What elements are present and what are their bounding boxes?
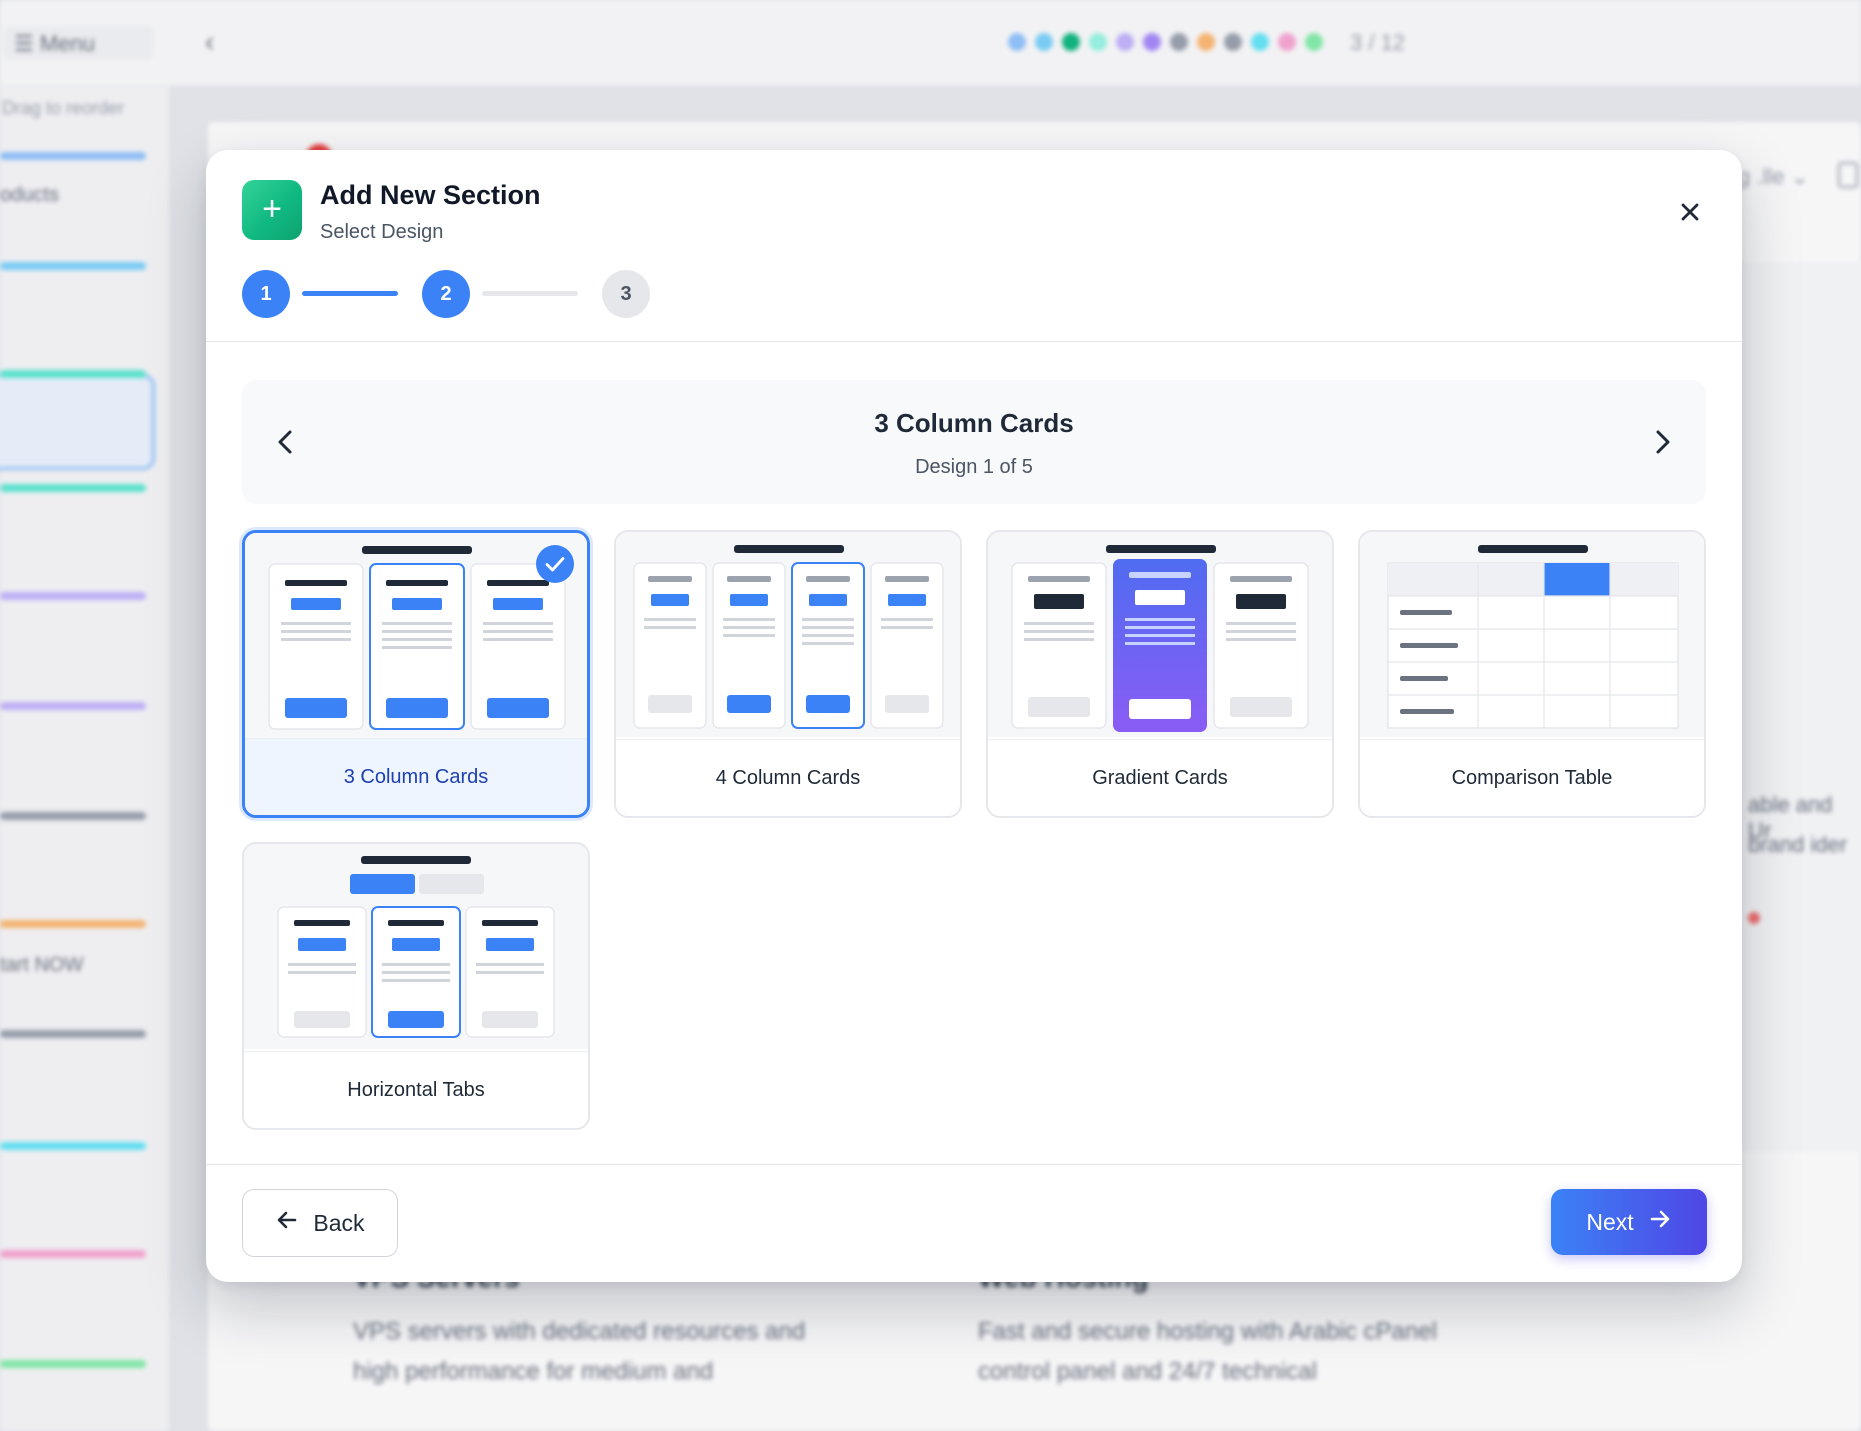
modal-footer: Back Next — [206, 1164, 1742, 1282]
design-option-comparison-table[interactable]: Comparison Table — [1358, 530, 1706, 818]
design-preview — [616, 532, 960, 737]
design-option-label: 4 Column Cards — [616, 739, 960, 816]
modal-header: + Add New Section Select Design 1 2 3 — [206, 150, 1742, 342]
chevron-right-icon[interactable] — [1642, 422, 1682, 462]
arrow-left-icon — [275, 1208, 299, 1238]
step-indicator-1: 1 — [242, 270, 290, 318]
back-button[interactable]: Back — [242, 1189, 398, 1257]
carousel-design-title: 3 Column Cards — [874, 408, 1074, 438]
carousel-position-text: Design 1 of 5 — [915, 456, 1033, 478]
arrow-right-icon — [1648, 1207, 1672, 1237]
step-indicator-3: 3 — [602, 270, 650, 318]
design-option-horizontal-tabs[interactable]: Horizontal Tabs — [242, 842, 590, 1130]
step-connector-2 — [482, 291, 578, 296]
design-option-label: Horizontal Tabs — [244, 1051, 588, 1128]
design-option-label: Gradient Cards — [988, 739, 1332, 816]
modal-title: Add New Section — [320, 180, 541, 210]
design-option-3-column-cards[interactable]: 3 Column Cards — [242, 530, 590, 818]
design-option-label: 3 Column Cards — [245, 738, 587, 815]
next-button[interactable]: Next — [1551, 1189, 1707, 1255]
step-connector-1 — [302, 291, 398, 296]
design-preview — [988, 532, 1332, 737]
plus-icon: + — [242, 180, 302, 240]
close-icon[interactable] — [1672, 194, 1708, 230]
design-option-gradient-cards[interactable]: Gradient Cards — [986, 530, 1334, 818]
design-preview — [1360, 532, 1704, 737]
next-button-label: Next — [1586, 1208, 1634, 1235]
add-section-modal: + Add New Section Select Design 1 2 3 3 … — [206, 150, 1742, 1282]
design-carousel: 3 Column Cards Design 1 of 5 — [242, 380, 1706, 504]
step-indicator-2: 2 — [422, 270, 470, 318]
back-button-label: Back — [313, 1209, 365, 1236]
check-icon — [536, 545, 574, 583]
design-option-label: Comparison Table — [1360, 739, 1704, 816]
modal-subtitle: Select Design — [320, 221, 444, 243]
design-preview — [244, 844, 588, 1049]
design-option-4-column-cards[interactable]: 4 Column Cards — [614, 530, 962, 818]
